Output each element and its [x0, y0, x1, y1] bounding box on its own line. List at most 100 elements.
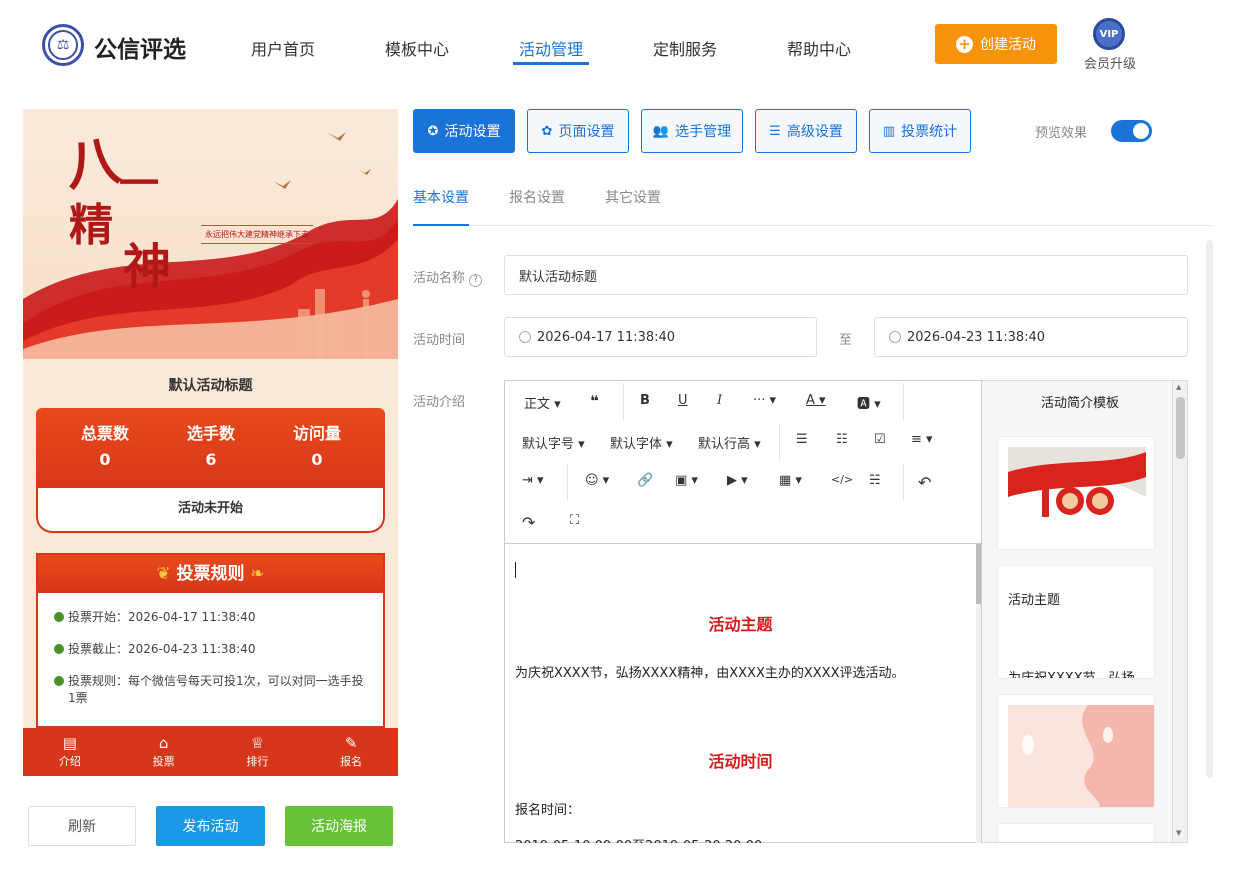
rule-end: 投票截止：2026-04-23 11:38:40: [54, 641, 370, 658]
tab-advanced-settings[interactable]: ☰ 高级设置: [755, 109, 857, 153]
template-card-2-title: 活动主题: [1008, 593, 1061, 608]
redo-icon[interactable]: ↷: [522, 513, 535, 532]
page-scrollbar[interactable]: [1206, 240, 1213, 778]
editor-content[interactable]: 活动主题 为庆祝XXXX节，弘扬XXXX精神，由XXXX主办的XXXX评选活动。…: [505, 543, 981, 843]
nav-activity-management[interactable]: 活动管理: [519, 36, 583, 60]
table-icon[interactable]: ▦ ▾: [779, 473, 802, 488]
template-card-4[interactable]: [997, 823, 1155, 842]
link-icon[interactable]: 🔗: [637, 473, 653, 488]
rich-text-editor: 正文 ▾ ❝ B U I ··· ▾ A ▾ 🅰 ▾ 默认字号 ▾ 默认字体 ▾…: [504, 380, 982, 843]
preview-toggle[interactable]: [1111, 120, 1152, 142]
activity-name-label: 活动名称 ?: [413, 267, 483, 287]
vip-icon[interactable]: VIP: [1093, 18, 1125, 50]
clock-icon: [54, 644, 64, 654]
templates-scrollbar-thumb[interactable]: [1176, 397, 1185, 459]
tabbar-intro[interactable]: ▤ 介绍: [23, 728, 117, 776]
activity-name-input[interactable]: 默认活动标题: [504, 255, 1188, 295]
template-card-3[interactable]: [997, 694, 1155, 808]
template-card-2[interactable]: 活动主题 为庆祝XXXX节，弘扬: [997, 565, 1155, 679]
create-activity-button[interactable]: + 创建活动: [935, 24, 1057, 64]
scroll-down-icon[interactable]: ▼: [1176, 829, 1181, 837]
paragraph-format-dropdown[interactable]: 正文 ▾: [524, 393, 561, 412]
indent-icon[interactable]: ⇥ ▾: [522, 473, 544, 488]
font-color-icon[interactable]: A ▾: [806, 393, 826, 408]
underline-icon[interactable]: U: [678, 393, 688, 408]
stat-visits: 访问量 0: [292, 424, 341, 469]
vip-upgrade-link[interactable]: 会员升级: [1078, 53, 1142, 72]
tabbar-rank[interactable]: ♕ 排行: [211, 728, 305, 776]
tab-contestant-management[interactable]: 👥 选手管理: [641, 109, 743, 153]
toolbar-separator: [623, 383, 624, 421]
undo-icon[interactable]: ↶: [918, 473, 931, 492]
clock-icon: [54, 612, 64, 622]
preview-banner: 八 一 精 神 永远把伟大建党精神继承下去: [23, 109, 398, 359]
refresh-button[interactable]: 刷新: [28, 806, 136, 846]
subtab-active-indicator: [413, 224, 469, 226]
logo-icon[interactable]: ⚖: [42, 24, 84, 66]
activity-poster-button[interactable]: 活动海报: [285, 806, 393, 846]
bar-chart-icon: ▥: [882, 123, 896, 139]
vote-rules-panel: ❦ 投票规则 ❧ 投票开始：2026-04-17 11:38:40 投票截止：2…: [36, 553, 385, 728]
bold-icon[interactable]: B: [640, 393, 650, 408]
publish-activity-button[interactable]: 发布活动: [156, 806, 265, 846]
bullet-list-icon[interactable]: ☰: [796, 432, 808, 447]
start-time-input[interactable]: 2026-04-17 11:38:40: [504, 317, 817, 357]
nav-help[interactable]: 帮助中心: [787, 36, 851, 60]
subtab-basic[interactable]: 基本设置: [413, 187, 469, 207]
vote-rules-title: ❦ 投票规则 ❧: [38, 555, 383, 593]
banner-calligraphy-4: 神: [123, 239, 172, 295]
content-heading-time: 活动时间: [708, 752, 773, 771]
align-icon[interactable]: ≡ ▾: [911, 432, 933, 447]
font-family-dropdown[interactable]: 默认字体 ▾: [610, 433, 673, 452]
templates-scrollbar[interactable]: ▲ ▼: [1172, 380, 1188, 843]
end-time-input[interactable]: 2026-04-23 11:38:40: [874, 317, 1188, 357]
users-icon: 👥: [652, 123, 670, 139]
template-card-1[interactable]: [997, 436, 1155, 550]
create-activity-label: 创建活动: [980, 37, 1036, 53]
line-height-dropdown[interactable]: 默认行高 ▾: [698, 433, 761, 452]
code-icon[interactable]: </>: [831, 473, 853, 486]
tab-activity-settings[interactable]: ✪ 活动设置: [413, 109, 515, 153]
more-format-icon[interactable]: ··· ▾: [753, 393, 776, 408]
image-icon[interactable]: ▣ ▾: [675, 473, 698, 488]
user-edit-icon: ✎: [344, 734, 358, 752]
fullscreen-icon[interactable]: ⛶: [570, 513, 579, 528]
tab-page-settings[interactable]: ✿ 页面设置: [527, 109, 629, 153]
clock-icon: [889, 331, 901, 343]
phone-preview: 八 一 精 神 永远把伟大建党精神继承下去 默认活动标题 总票数 0 选手数 6 访…: [23, 109, 398, 776]
rule-start: 投票开始：2026-04-17 11:38:40: [54, 609, 370, 626]
star-icon: ✪: [427, 123, 439, 139]
background-color-icon[interactable]: 🅰 ▾: [857, 393, 881, 412]
italic-icon[interactable]: I: [717, 393, 722, 408]
nav-home[interactable]: 用户首页: [251, 36, 315, 60]
clock-icon: [519, 331, 531, 343]
tabbar-vote[interactable]: ⌂ 投票: [117, 728, 211, 776]
banner-calligraphy-2: 一: [119, 160, 159, 207]
preview-tabbar: ▤ 介绍 ⌂ 投票 ♕ 排行 ✎ 报名: [23, 728, 398, 776]
toggle-knob: [1133, 123, 1149, 139]
top-header: ⚖ 公信评选 用户首页 模板中心 活动管理 定制服务 帮助中心 + 创建活动 V…: [0, 0, 1240, 90]
emoji-icon[interactable]: ☺ ▾: [585, 473, 609, 488]
brand-name[interactable]: 公信评选: [94, 30, 186, 64]
subtab-signup[interactable]: 报名设置: [509, 187, 565, 207]
tabbar-signup[interactable]: ✎ 报名: [304, 728, 398, 776]
activity-intro-label: 活动介绍: [413, 395, 466, 410]
nav-templates[interactable]: 模板中心: [385, 36, 449, 60]
editor-scrollbar-thumb[interactable]: [976, 544, 981, 604]
checklist-icon[interactable]: ☑: [874, 432, 886, 447]
font-size-dropdown[interactable]: 默认字号 ▾: [522, 433, 585, 452]
blockquote-icon[interactable]: ❝: [590, 392, 599, 410]
divider-icon[interactable]: ☵: [869, 473, 881, 488]
subtab-other[interactable]: 其它设置: [605, 187, 661, 207]
nav-custom-service[interactable]: 定制服务: [653, 36, 717, 60]
video-icon[interactable]: ▶ ▾: [727, 473, 748, 488]
wheat-right-icon: ❧: [250, 564, 265, 584]
scroll-up-icon[interactable]: ▲: [1176, 383, 1181, 391]
banner-calligraphy-3: 精: [69, 200, 113, 251]
numbered-list-icon[interactable]: ☷: [836, 432, 848, 447]
content-heading-theme: 活动主题: [708, 615, 773, 634]
help-icon[interactable]: ?: [469, 274, 483, 287]
banner-slogan: 永远把伟大建党精神继承下去: [201, 225, 313, 244]
tab-vote-statistics[interactable]: ▥ 投票统计: [869, 109, 971, 153]
document-icon: ▤: [62, 734, 77, 752]
